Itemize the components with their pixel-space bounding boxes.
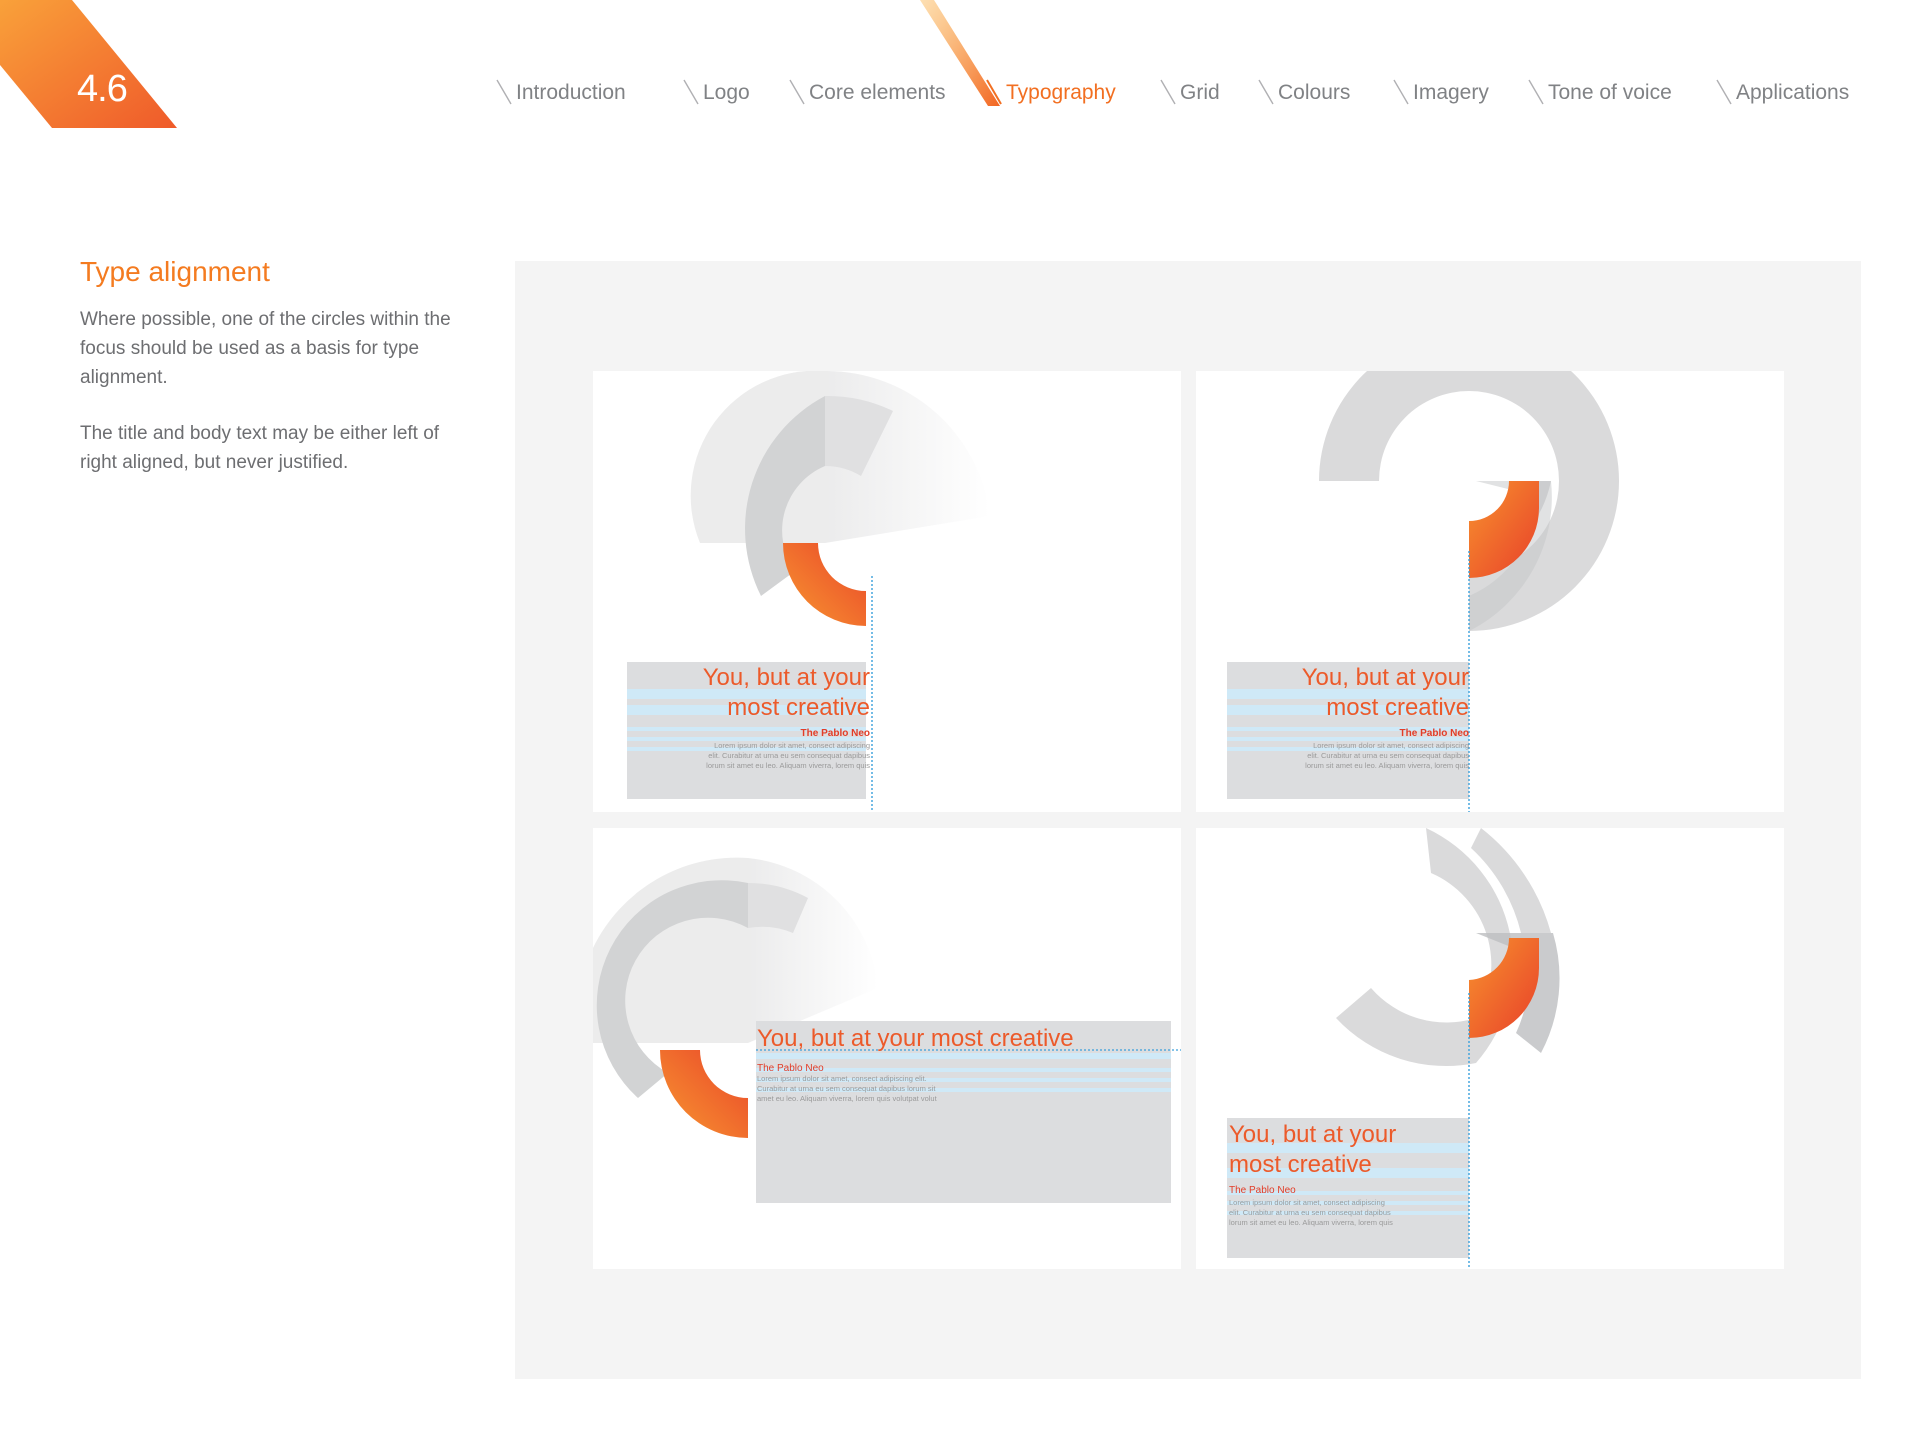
nav-item-label: Grid	[1180, 81, 1220, 104]
example-byline: The Pablo Neo	[1399, 728, 1469, 739]
example-body: Lorem ipsum dolor sit amet, consect adip…	[757, 1074, 937, 1103]
example-card-left-aligned: You, but at your most creative The Pablo …	[1196, 828, 1784, 1269]
example-card-left-aligned-wide: You, but at your most creative The Pablo…	[593, 828, 1181, 1269]
slash-icon	[496, 79, 512, 105]
nav-item-core-elements[interactable]: Core elements	[789, 78, 946, 106]
nav-item-label: Colours	[1278, 81, 1351, 104]
nav-item-introduction[interactable]: Introduction	[496, 78, 626, 106]
example-byline: The Pablo Neo	[1229, 1185, 1296, 1196]
example-card-right-aligned: You, but at your most creative The Pablo …	[593, 371, 1181, 812]
focus-graphic	[1227, 371, 1619, 812]
main-navigation: Introduction Logo Core elements Typograp…	[0, 78, 1920, 118]
example-byline: The Pablo Neo	[757, 1063, 824, 1074]
nav-item-label: Introduction	[516, 81, 626, 104]
nav-item-applications[interactable]: Applications	[1716, 78, 1849, 106]
nav-item-grid[interactable]: Grid	[1160, 78, 1220, 106]
slash-icon	[683, 79, 699, 105]
nav-item-label: Typography	[1006, 81, 1116, 104]
nav-item-typography[interactable]: Typography	[986, 78, 1116, 106]
example-card-right-aligned-alt: You, but at your most creative The Pablo …	[1196, 371, 1784, 812]
example-headline: You, but at your most creative	[757, 1025, 1074, 1052]
nav-item-label: Logo	[703, 81, 750, 104]
slash-icon	[1393, 79, 1409, 105]
slash-icon	[1716, 79, 1732, 105]
section-title: Type alignment	[80, 256, 270, 287]
focus-graphic	[627, 371, 990, 812]
slash-icon	[789, 79, 805, 105]
body-paragraph-2: The title and body text may be either le…	[80, 423, 440, 473]
example-headline: You, but at your most creative	[1229, 1121, 1397, 1178]
example-body: Lorem ipsum dolor sit amet, consect adip…	[1229, 1198, 1393, 1227]
example-byline: The Pablo Neo	[800, 728, 870, 739]
nav-item-tone-of-voice[interactable]: Tone of voice	[1528, 78, 1672, 106]
example-body: Lorem ipsum dolor sit amet, consect adip…	[1305, 741, 1469, 770]
nav-item-imagery[interactable]: Imagery	[1393, 78, 1489, 106]
nav-item-label: Applications	[1736, 81, 1850, 104]
nav-item-label: Tone of voice	[1548, 81, 1672, 104]
slash-icon	[1160, 79, 1176, 105]
nav-item-logo[interactable]: Logo	[683, 78, 750, 106]
slash-icon	[1258, 79, 1274, 105]
example-body: Lorem ipsum dolor sit amet, consect adip…	[706, 741, 870, 770]
body-paragraph-1: Where possible, one of the circles withi…	[80, 309, 451, 388]
nav-item-label: Core elements	[809, 81, 946, 104]
nav-item-colours[interactable]: Colours	[1258, 78, 1350, 106]
example-headline: You, but at your most creative	[702, 664, 870, 721]
example-headline: You, but at your most creative	[1301, 664, 1469, 721]
slash-icon	[986, 79, 1002, 105]
nav-item-label: Imagery	[1413, 81, 1489, 104]
slash-icon	[1528, 79, 1544, 105]
